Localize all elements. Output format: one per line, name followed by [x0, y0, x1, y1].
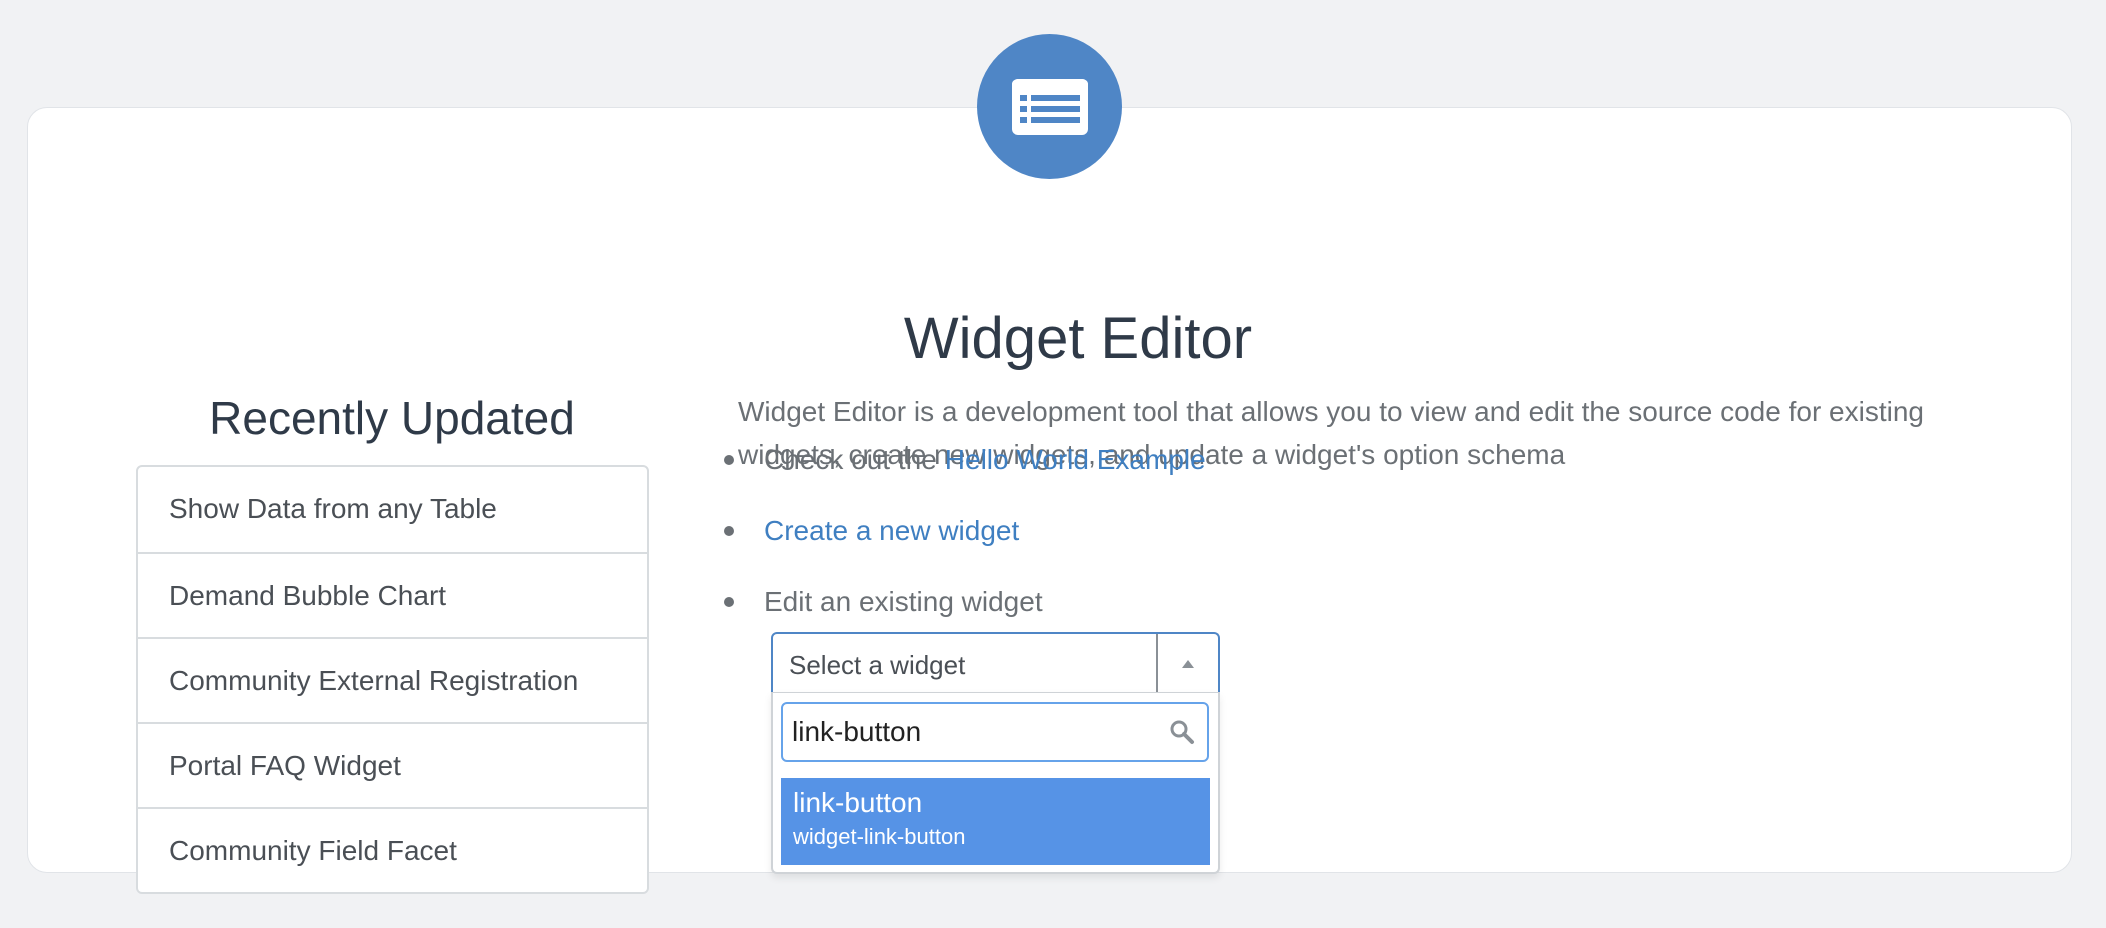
- search-result-id: widget-link-button: [793, 824, 966, 849]
- bullet-icon: [724, 525, 734, 536]
- create-widget-link[interactable]: Create a new widget: [764, 515, 1019, 547]
- list-item: Check out the Hello World Example: [710, 424, 1610, 495]
- action-list: Check out the Hello World Example Create…: [710, 424, 1610, 637]
- recent-item-community-field-facet[interactable]: Community Field Facet: [138, 807, 647, 892]
- list-item: Create a new widget: [710, 495, 1610, 566]
- recent-item-show-data[interactable]: Show Data from any Table: [138, 467, 647, 552]
- recently-updated-title: Recently Updated: [209, 392, 575, 444]
- widget-search-field[interactable]: [781, 702, 1209, 762]
- recent-item-demand-bubble-chart[interactable]: Demand Bubble Chart: [138, 552, 647, 637]
- search-result-item[interactable]: link-button widget-link-button: [781, 778, 1210, 865]
- recent-item-portal-faq-widget[interactable]: Portal FAQ Widget: [138, 722, 647, 807]
- search-icon: [1165, 715, 1199, 749]
- search-result-title: link-button: [793, 787, 923, 818]
- bullet-icon: [724, 454, 734, 465]
- bullet-icon: [724, 596, 734, 607]
- widget-search-input[interactable]: [783, 705, 1165, 759]
- recently-updated-list: Show Data from any Table Demand Bubble C…: [136, 465, 649, 894]
- edit-existing-text: Edit an existing widget: [764, 585, 1043, 617]
- check-out-text: Check out the: [764, 443, 937, 475]
- list-window-icon: [977, 34, 1122, 179]
- chevron-up-icon[interactable]: [1156, 634, 1218, 694]
- list-item: Edit an existing widget: [710, 566, 1610, 637]
- widget-select-label: Select a widget: [789, 650, 966, 680]
- hello-world-link[interactable]: Hello World Example: [945, 444, 1206, 476]
- widget-select[interactable]: Select a widget: [771, 632, 1220, 694]
- page-title: Widget Editor: [903, 306, 1253, 371]
- recent-item-community-external-registration[interactable]: Community External Registration: [138, 637, 647, 722]
- widget-select-dropdown: link-button widget-link-button: [771, 692, 1220, 874]
